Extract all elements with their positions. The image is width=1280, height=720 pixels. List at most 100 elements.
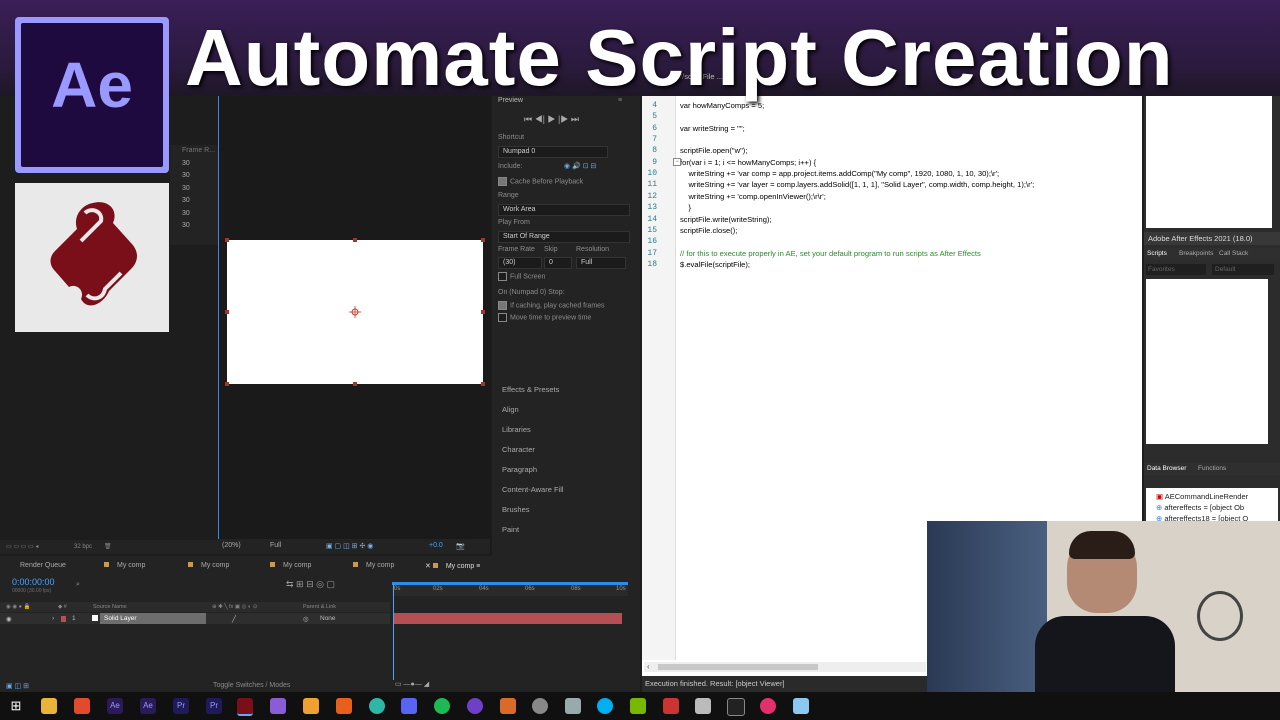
code-line[interactable]: for(var i = 1; i <= howManyComps; i++) { [680,158,816,167]
target-application[interactable]: Adobe After Effects 2021 (18.0) [1144,232,1280,245]
tab-data-browser[interactable]: Data Browser [1147,465,1186,472]
code-line[interactable]: writeString += 'var comp = app.project.i… [680,169,999,178]
project-row[interactable]: 30 [170,208,218,221]
label-color-swatch[interactable] [61,616,66,622]
if-caching-checkbox[interactable]: If caching, play cached frames [498,301,605,310]
panel-paragraph[interactable]: Paragraph [502,465,537,474]
transform-handle[interactable] [481,310,485,314]
play-from-dropdown[interactable]: Start Of Range [498,231,630,243]
code-line[interactable]: $.evalFile(scriptFile); [680,260,750,269]
tab-my-comp[interactable]: My comp [188,562,229,569]
project-row[interactable]: 30 [170,158,218,171]
anchor-point-icon[interactable] [349,306,361,318]
unity-icon[interactable] [565,698,581,714]
tab-render-queue[interactable]: Render Queue [20,562,66,569]
playback-controls[interactable]: ⏮ ◀| ▶ |▶ ⏭ [524,114,579,125]
tab-functions[interactable]: Functions [1198,465,1226,472]
skip-input[interactable]: 0 [544,257,572,269]
timeline-switch-icons[interactable]: ⇆ ⊞ ⊟ ◎ ▢ [286,579,335,590]
code-line[interactable]: scriptFile.write(writeString); [680,215,772,224]
exposure-value[interactable]: +0.0 [429,542,443,549]
viewer-buttons[interactable]: ▣ ▢ ◫ ⊞ ✣ ◉ [326,542,373,550]
github-icon[interactable] [467,698,483,714]
code-line[interactable]: } [680,203,691,212]
resolution-dropdown[interactable]: Full [270,542,281,549]
extendscript-toolkit-icon[interactable] [237,698,253,716]
full-screen-checkbox[interactable]: Full Screen [498,272,545,281]
cache-before-playback-checkbox[interactable]: Cache Before Playback [498,177,583,186]
scroll-left-icon[interactable]: ‹ [647,662,650,671]
app-icon[interactable] [695,698,711,714]
code-line[interactable]: scriptFile.close(); [680,226,737,235]
fold-toggle-icon[interactable]: − [673,158,681,166]
horizontal-scrollbar[interactable]: ‹ [644,662,926,672]
tab-call-stack[interactable]: Call Stack [1219,250,1248,257]
pickwhip-icon[interactable]: ◎ [303,615,309,623]
brave-browser-icon[interactable] [74,698,90,714]
tab-my-comp[interactable]: My comp [270,562,311,569]
composition-canvas[interactable] [225,238,485,386]
tab-breakpoints[interactable]: Breakpoints [1179,250,1213,257]
start-button-icon[interactable]: ⊞ [8,698,24,714]
trash-icon[interactable]: 🗑 [104,543,112,550]
code-line[interactable]: writeString += 'var layer = comp.layers.… [680,180,1034,189]
discord-icon[interactable] [401,698,417,714]
transform-handle[interactable] [225,382,229,386]
toggle-switches-modes[interactable]: Toggle Switches / Modes [213,682,290,689]
spotify-icon[interactable] [434,698,450,714]
bpc-label[interactable]: 32 bpc [74,544,92,550]
layer-switch[interactable]: ╱ [232,615,236,623]
video-app-icon[interactable] [663,698,679,714]
time-ruler[interactable]: 0s 02s 04s 06s 08s 10s [392,584,628,596]
panel-align[interactable]: Align [502,405,519,414]
instagram-icon[interactable] [760,698,776,714]
layer-duration-bar[interactable] [393,613,622,624]
timeline-search-input[interactable]: ⌕ [76,581,276,591]
layer-name[interactable]: Solid Layer [104,615,137,622]
parent-link-header[interactable]: Parent & Link [303,604,336,610]
transform-handle[interactable] [481,238,485,242]
work-area-bar[interactable] [392,582,628,585]
tree-item[interactable]: ⊕ aftereffects = [object Ob [1156,503,1244,512]
visibility-icon[interactable]: ◉ [6,615,12,623]
tab-my-comp[interactable]: My comp [353,562,394,569]
code-line[interactable]: writeString += 'comp.openInViewer();\r\r… [680,192,825,201]
project-row[interactable]: 30 [170,195,218,208]
fl-studio-icon[interactable] [336,698,352,714]
code-line[interactable]: scriptFile.open("w"); [680,146,747,155]
scrollbar-thumb[interactable] [658,664,818,670]
transform-handle[interactable] [481,382,485,386]
settings-gear-icon[interactable] [532,698,548,714]
source-name-header[interactable]: Source Name [93,604,127,610]
favorites-dropdown[interactable]: Favorites [1146,264,1206,275]
zoom-dropdown[interactable]: (20%) [222,542,241,549]
transform-handle[interactable] [353,238,357,242]
panel-paint[interactable]: Paint [502,525,519,534]
panel-brushes[interactable]: Brushes [502,505,530,514]
transform-handle[interactable] [353,382,357,386]
move-time-checkbox[interactable]: Move time to preview time [498,313,591,322]
current-time-display[interactable]: 0:00:00:00 [12,577,55,587]
tab-my-comp[interactable]: My comp [104,562,145,569]
frame-rate-dropdown[interactable]: (30) [498,257,542,269]
tab-scripts[interactable]: Scripts [1147,250,1167,257]
resolution-dropdown[interactable]: Full [576,257,626,269]
project-tool-icons[interactable]: ▭ ▭ ▭ ▭ ◂ [6,543,38,550]
panel-effects-presets[interactable]: Effects & Presets [502,385,559,394]
project-row[interactable]: 30 [170,183,218,196]
project-row[interactable]: 30 [170,170,218,183]
include-toggles[interactable]: ◉ 🔊 ⊡ ⊟ [564,162,596,170]
snapshot-icon[interactable]: 📷 [456,542,465,550]
scripts-list[interactable] [1146,279,1268,444]
chrome-icon[interactable] [369,698,385,714]
visual-studio-icon[interactable] [270,698,286,714]
range-dropdown[interactable]: Work Area [498,204,630,216]
notes-icon[interactable] [793,698,809,714]
project-row[interactable]: 30 [170,220,218,233]
panel-content-aware-fill[interactable]: Content-Aware Fill [502,485,564,494]
after-effects-icon[interactable]: Ae [107,698,123,714]
console-area[interactable] [1146,96,1272,228]
code-line[interactable]: // for this to execute properly in AE, s… [680,249,981,258]
premiere-icon[interactable]: Pr [173,698,189,714]
playhead[interactable] [393,584,394,692]
